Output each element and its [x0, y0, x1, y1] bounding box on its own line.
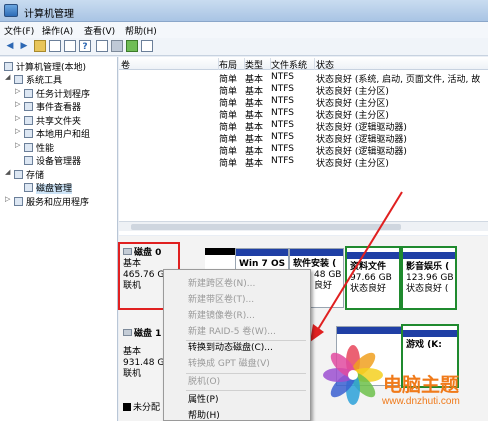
watermark-url: www.dnzhuti.com [382, 396, 460, 407]
menu-convert-to-gpt[interactable]: 转换成 GPT 磁盘(V) [164, 356, 310, 372]
menu-offline[interactable]: 脱机(O) [164, 374, 310, 390]
watermark-title: 电脑主题 [383, 374, 460, 396]
menu-help[interactable]: 帮助(H) [164, 408, 310, 421]
menu-new-striped-volume[interactable]: 新建带区卷(T)... [164, 292, 310, 308]
menu-properties[interactable]: 属性(P) [164, 392, 310, 408]
menu-new-raid5-volume[interactable]: 新建 RAID-5 卷(W)... [164, 324, 310, 340]
menu-convert-to-dynamic[interactable]: 转换到动态磁盘(C)... [164, 340, 310, 356]
flower-logo-icon [323, 345, 383, 405]
disk-context-menu: 新建跨区卷(N)... 新建带区卷(T)... 新建镜像卷(R)... 新建 R… [163, 269, 311, 421]
menu-new-spanned-volume[interactable]: 新建跨区卷(N)... [164, 276, 310, 292]
menu-new-mirrored-volume[interactable]: 新建镜像卷(R)... [164, 308, 310, 324]
menu-separator [186, 390, 306, 391]
